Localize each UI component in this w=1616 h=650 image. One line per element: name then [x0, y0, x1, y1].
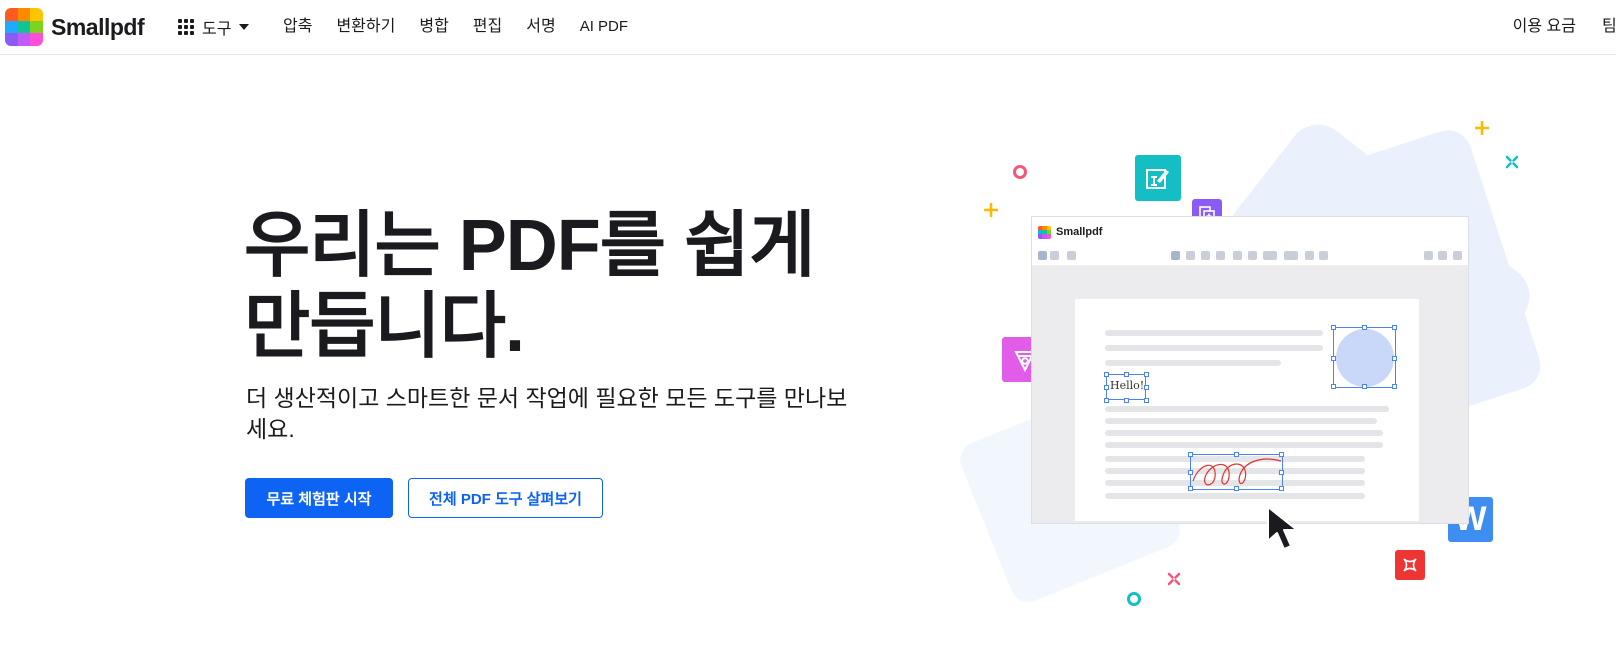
- line-tool-icon: [1284, 251, 1298, 260]
- text-annotation-box: Hello!: [1104, 372, 1149, 403]
- circle-sparkle-icon: [1127, 592, 1141, 606]
- text-line: [1105, 442, 1383, 448]
- chevron-down-icon: [239, 24, 250, 30]
- plus-sparkle-icon: [1475, 121, 1489, 135]
- mouse-cursor-icon: [1267, 506, 1298, 550]
- smallpdf-logo[interactable]: Smallpdf: [5, 7, 145, 47]
- hero-title: 우리는 PDF를 쉽게 만듭니다.: [244, 206, 815, 367]
- x-sparkle-icon: [1167, 572, 1181, 586]
- editor-toolbar: [1032, 247, 1468, 266]
- text-tool-icon: [1233, 251, 1242, 260]
- tools-menu-label: 도구: [202, 21, 232, 38]
- select-tool-icon: [1171, 251, 1180, 260]
- edit-pdf-icon: [1135, 155, 1181, 201]
- eraser-tool-icon: [1216, 251, 1225, 260]
- app-grid-icon: [178, 19, 194, 35]
- text-line: [1105, 418, 1377, 424]
- text-line: [1105, 406, 1389, 412]
- pen-tool-icon: [1186, 251, 1195, 260]
- nav-ai-pdf[interactable]: AI PDF: [580, 15, 628, 39]
- circle-sparkle-icon: [1013, 165, 1027, 179]
- nav-team[interactable]: 팀: [1602, 15, 1616, 39]
- nav-merge[interactable]: 병합: [419, 15, 448, 39]
- shape-tool-icon: [1263, 251, 1277, 260]
- plus-sparkle-icon: [984, 203, 998, 217]
- sign-tool-icon: [1319, 251, 1328, 260]
- x-sparkle-icon: [1505, 155, 1519, 169]
- whiteout-tool-icon: [1248, 251, 1257, 260]
- editor-canvas: Hello!: [1032, 266, 1468, 523]
- main-nav: 압축 변환하기 병합 편집 서명 AI PDF: [283, 15, 652, 39]
- text-line: [1105, 430, 1383, 436]
- image-tool-icon: [1305, 251, 1314, 260]
- text-line: [1105, 345, 1323, 351]
- text-line: [1105, 330, 1323, 336]
- pdf-file-icon: [1395, 550, 1425, 580]
- page: Smallpdf 도구 압축 변환하기 병합 편집 서명 AI PDF 이용 요…: [0, 0, 1616, 650]
- nav-sign[interactable]: 서명: [526, 15, 555, 39]
- logo-text: Smallpdf: [51, 13, 145, 40]
- smallpdf-logo-icon: [5, 8, 43, 46]
- thumbnail-view-icon: [1038, 251, 1047, 260]
- redo-icon: [1438, 251, 1447, 260]
- tools-menu-button[interactable]: 도구: [178, 14, 250, 40]
- smallpdf-logo-icon: [1038, 225, 1051, 239]
- nav-convert[interactable]: 변환하기: [336, 15, 395, 39]
- page-view-icon: [1050, 251, 1059, 260]
- nav-compress[interactable]: 압축: [283, 15, 312, 39]
- text-line: [1105, 360, 1281, 366]
- circle-shape-annotation: [1331, 325, 1397, 389]
- editor-logo-text: Smallpdf: [1056, 226, 1103, 238]
- highlighter-tool-icon: [1201, 251, 1210, 260]
- undo-icon: [1424, 251, 1433, 260]
- text-line: [1105, 493, 1365, 499]
- search-icon: [1453, 251, 1462, 260]
- nav-pricing[interactable]: 이용 요금: [1513, 15, 1576, 39]
- hero-subtitle: 더 생산적이고 스마트한 문서 작업에 필요한 모든 도구를 만나보세요.: [246, 385, 848, 442]
- editor-header: Smallpdf: [1032, 217, 1468, 247]
- hero-illustration: W Smallpdf Hello!: [940, 110, 1616, 610]
- start-free-trial-button[interactable]: 무료 체험판 시작: [245, 478, 393, 518]
- explore-all-tools-button[interactable]: 전체 PDF 도구 살펴보기: [408, 478, 603, 518]
- right-nav: 이용 요금 팀: [1513, 15, 1616, 39]
- signature-annotation: [1188, 452, 1284, 491]
- document-page: Hello!: [1075, 299, 1419, 521]
- editor-window-mockup: Smallpdf Hello!: [1031, 216, 1469, 524]
- sidebar-icon: [1067, 251, 1076, 260]
- top-navigation-bar: Smallpdf 도구 압축 변환하기 병합 편집 서명 AI PDF 이용 요…: [0, 0, 1616, 55]
- nav-edit[interactable]: 편집: [473, 15, 502, 39]
- hello-annotation-text: Hello!: [1110, 379, 1145, 392]
